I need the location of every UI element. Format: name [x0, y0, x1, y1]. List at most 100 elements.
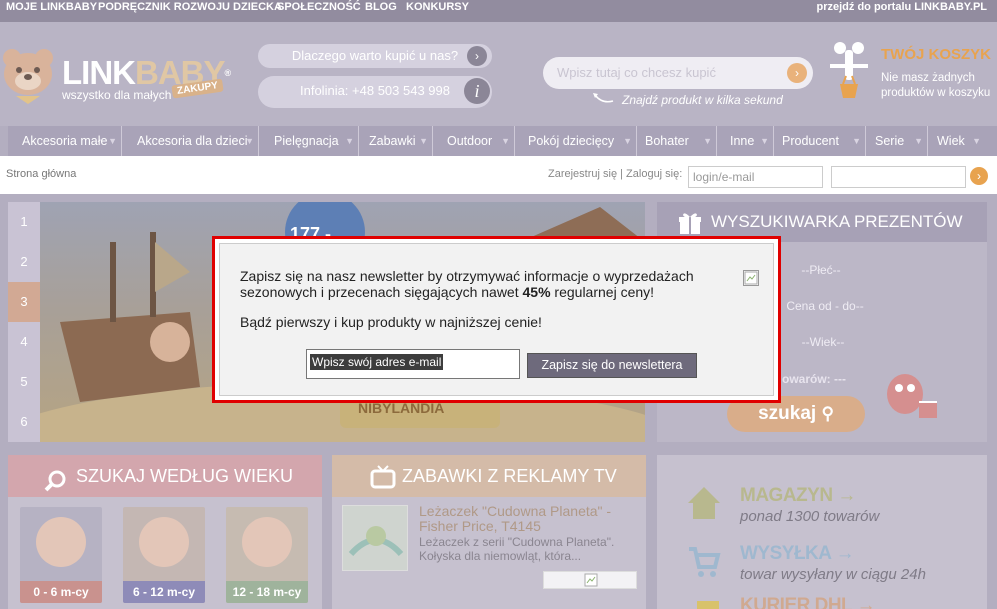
- portal-link[interactable]: przejdź do portalu LINKBABY.PL: [817, 0, 988, 14]
- newsletter-popup-body: Zapisz się na nasz newsletter by otrzymy…: [219, 243, 774, 396]
- top-link-podrecznik[interactable]: PODRĘCZNIK ROZWOJU DZIECKA: [98, 0, 282, 14]
- subscribe-button[interactable]: Zapisz się do newslettera: [527, 353, 697, 378]
- newsletter-email-input[interactable]: Wpisz swój adres e-mail: [306, 349, 520, 379]
- product-search-input[interactable]: Wpisz tutaj co chcesz kupić ›: [543, 57, 813, 89]
- bear-mascot-icon[interactable]: [0, 46, 58, 106]
- slide-number-2[interactable]: 2: [8, 242, 40, 282]
- nav-item-bohater[interactable]: Bohater ▼: [637, 126, 717, 156]
- dropdown-arrow-icon: ▼: [852, 136, 861, 146]
- cart-title[interactable]: TWÓJ KOSZYK: [881, 46, 991, 63]
- hotline-label: Infolinia: +48 503 543 998: [300, 83, 450, 98]
- brand-tagline: wszystko dla małych: [62, 88, 172, 102]
- top-link-spolecznosc[interactable]: SPOŁECZNOŚĆ: [277, 0, 361, 14]
- breadcrumb-row: Strona główna Zarejestruj się | Zaloguj …: [0, 156, 997, 194]
- login-prompt[interactable]: Zarejestruj się | Zaloguj się:: [548, 168, 682, 180]
- why-buy-label: Dlaczego warto kupić u nas?: [291, 48, 459, 63]
- slider-pager: 1 2 3 4 5 6: [8, 202, 40, 442]
- feature-title-wysylka[interactable]: WYSYŁKA →: [740, 543, 855, 565]
- why-buy-button[interactable]: Dlaczego warto kupić u nas? ›: [258, 44, 492, 68]
- hotline-box: Infolinia: +48 503 543 998 i: [258, 76, 492, 108]
- dropdown-arrow-icon: ▼: [419, 136, 428, 146]
- nav-label: Serie: [875, 134, 905, 148]
- newsletter-popup: Zapisz się na nasz newsletter by otrzymy…: [212, 236, 781, 403]
- dropdown-arrow-icon: ▼: [501, 136, 510, 146]
- store-info-box: MAGAZYN → ponad 1300 towarów WYSYŁKA → t…: [657, 455, 987, 609]
- age-search-title: SZUKAJ WEDŁUG WIEKU: [8, 455, 322, 497]
- top-link-konkursy[interactable]: KONKURSY: [406, 0, 469, 14]
- nav-label: Akcesoria dla dzieci: [137, 134, 248, 148]
- newsletter-text-part: regularnej ceny!: [550, 284, 655, 300]
- breadcrumb-home[interactable]: Strona główna: [6, 168, 76, 180]
- feature-sub-magazyn: ponad 1300 towarów: [740, 508, 880, 525]
- newsletter-text-line2: sezonowych i przecenach sięgających nawe…: [240, 284, 654, 300]
- gift-icon: [679, 210, 701, 234]
- broken-image-icon[interactable]: [543, 571, 637, 589]
- search-go-icon[interactable]: ›: [787, 63, 807, 83]
- nav-label: Pokój dziecięcy: [528, 134, 615, 148]
- search-hint: Znajdź produkt w kilka sekund: [622, 93, 783, 107]
- top-link-moje-linkbaby[interactable]: MOJE LINKBABY: [6, 0, 97, 14]
- tv-toys-title: ZABAWKI Z REKLAMY TV: [332, 455, 646, 497]
- login-submit-icon[interactable]: ›: [970, 167, 988, 185]
- slide-number-6[interactable]: 6: [8, 402, 40, 442]
- slide-number-4[interactable]: 4: [8, 322, 40, 362]
- dropdown-arrow-icon: ▼: [760, 136, 769, 146]
- slide-number-5[interactable]: 5: [8, 362, 40, 402]
- feature-title-magazyn[interactable]: MAGAZYN →: [740, 485, 856, 507]
- tv-toys-title-text: ZABAWKI Z REKLAMY TV: [402, 466, 617, 486]
- nav-label: Inne: [730, 134, 755, 148]
- nav-item-outdoor[interactable]: Outdoor ▼: [433, 126, 515, 156]
- dropdown-arrow-icon: ▼: [703, 136, 712, 146]
- dropdown-arrow-icon: ▼: [345, 136, 354, 146]
- top-link-blog[interactable]: BLOG: [365, 0, 397, 14]
- baby-photo: [242, 517, 292, 567]
- baby-photo: [139, 517, 189, 567]
- nav-label: Akcesoria małe: [22, 134, 108, 148]
- dropdown-arrow-icon: ▼: [245, 136, 254, 146]
- house-icon: [687, 485, 721, 521]
- nav-item-inne[interactable]: Inne ▼: [717, 126, 774, 156]
- nav-item-pokoj-dzieciecy[interactable]: Pokój dziecięcy ▼: [515, 126, 637, 156]
- dropdown-arrow-icon: ▼: [623, 136, 632, 146]
- nav-item-wiek[interactable]: Wiek ▼: [928, 126, 997, 156]
- password-input[interactable]: [831, 166, 966, 188]
- age-tile-6-12[interactable]: 6 - 12 m-cy: [123, 507, 205, 603]
- age-tile-12-18[interactable]: 12 - 18 m-cy: [226, 507, 308, 603]
- tv-icon: [370, 463, 396, 489]
- cart-status: Nie masz żadnych produktów w koszyku: [881, 72, 991, 99]
- age-tile-label: 0 - 6 m-cy: [20, 581, 102, 603]
- dropdown-arrow-icon: ▼: [108, 136, 117, 146]
- age-tile-label: 6 - 12 m-cy: [123, 581, 205, 603]
- nav-label: Outdoor: [447, 134, 493, 148]
- nav-item-serie[interactable]: Serie ▼: [866, 126, 928, 156]
- close-icon[interactable]: [743, 270, 759, 286]
- feature-title-text: KURIER DHL: [740, 595, 852, 609]
- nav-label: Producent: [782, 134, 839, 148]
- dropdown-arrow-icon: ▼: [914, 136, 923, 146]
- newsletter-text-line1: Zapisz się na nasz newsletter by otrzymy…: [240, 268, 694, 284]
- gift-search-label: szukaj: [758, 403, 817, 424]
- nav-item-akcesoria-male[interactable]: Akcesoria małe ▼: [8, 126, 122, 156]
- nav-item-pielegnacja[interactable]: Pielęgnacja ▼: [259, 126, 359, 156]
- nav-item-akcesoria-dla-dzieci[interactable]: Akcesoria dla dzieci ▼: [122, 126, 259, 156]
- registered-mark: ®: [224, 68, 232, 78]
- nav-item-zabawki[interactable]: Zabawki ▼: [359, 126, 433, 156]
- feature-title-text: MAGAZYN: [740, 485, 833, 506]
- nav-item-producent[interactable]: Producent ▼: [774, 126, 866, 156]
- slide-number-3-active[interactable]: 3: [8, 282, 40, 322]
- newsletter-text-part: sezonowych i przecenach sięgających nawe…: [240, 284, 523, 300]
- arrow-right-icon: →: [856, 595, 876, 609]
- age-tile-label: 12 - 18 m-cy: [226, 581, 308, 603]
- age-tile-0-6[interactable]: 0 - 6 m-cy: [20, 507, 102, 603]
- search-placeholder: Wpisz tutaj co chcesz kupić: [557, 65, 716, 80]
- slide-number-1[interactable]: 1: [8, 202, 40, 242]
- product-thumbnail[interactable]: [342, 505, 408, 571]
- login-input[interactable]: login/e-mail: [688, 166, 823, 188]
- feature-title-kurier[interactable]: KURIER DHL →: [740, 595, 876, 609]
- magnifier-icon: ⚲: [821, 404, 834, 423]
- product-title-link[interactable]: Leżaczek "Cudowna Planeta" - Fisher Pric…: [419, 504, 631, 534]
- category-nav: Akcesoria małe ▼ Akcesoria dla dzieci ▼ Pi…: [8, 126, 997, 156]
- cart-mascot-icon[interactable]: [826, 40, 872, 104]
- info-icon[interactable]: i: [464, 78, 490, 104]
- curved-arrow-icon: [592, 92, 614, 104]
